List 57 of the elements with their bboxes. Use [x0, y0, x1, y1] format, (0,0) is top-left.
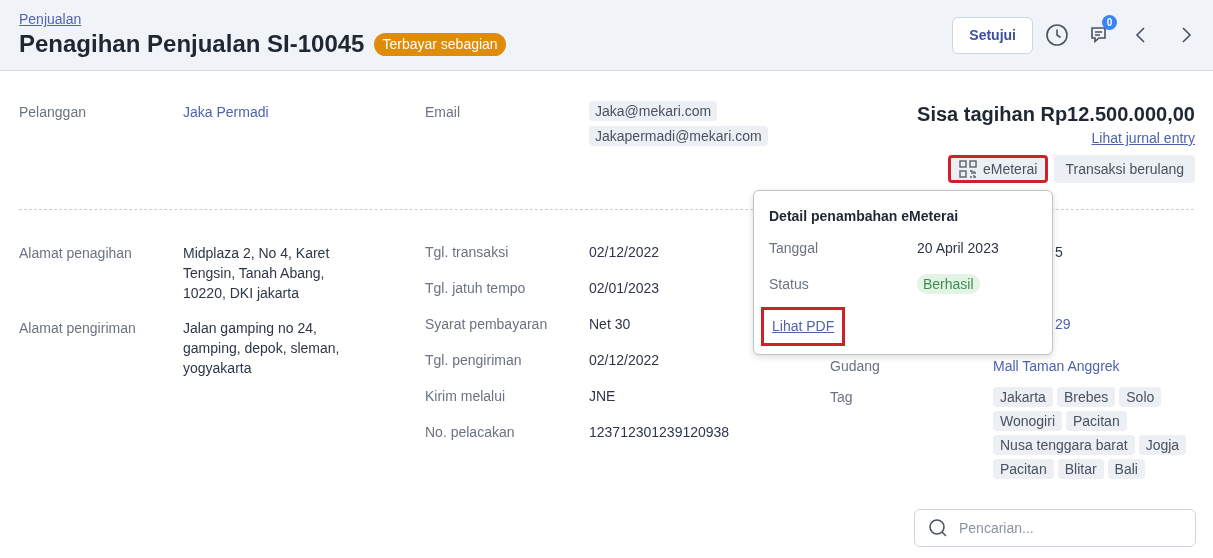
field-label: Tgl. jatuh tempo: [425, 279, 527, 297]
field-label: Syarat pembayaran: [425, 315, 549, 333]
field-label: Tgl. pengiriman: [425, 351, 523, 369]
field-label: Gudang: [830, 357, 881, 375]
tag-chip: Blitar: [1057, 459, 1104, 479]
address-text: Jalan gamping no 24, gamping, depok, sleman, yogyakarta: [183, 319, 341, 378]
tag-chip: Solo: [1119, 387, 1162, 407]
field-label: Tanggal: [769, 238, 820, 258]
field-value: 123712301239120938: [589, 423, 730, 441]
email-chip: Jakapermadi@mekari.com: [589, 126, 768, 146]
status-badge: Berhasil: [917, 274, 980, 294]
search-field[interactable]: Pencarian...: [914, 509, 1196, 547]
breadcrumb-link[interactable]: Penjualan: [19, 10, 82, 28]
popover-title: Detail penambahan eMeterai: [769, 207, 960, 225]
page-title: Penagihan Penjualan SI-10045: [19, 29, 365, 59]
approve-button[interactable]: Setujui: [952, 16, 1033, 54]
tag-chip: Jakarta: [993, 387, 1053, 407]
view-pdf-link[interactable]: Lihat PDF: [761, 307, 846, 346]
field-value: Net 30: [589, 315, 631, 333]
field-label: Status: [769, 274, 810, 294]
tag-chip: Nusa tenggara barat: [993, 435, 1135, 455]
field-label: Tgl. transaksi: [425, 243, 510, 261]
status-badge: Terbayar sebagian: [374, 32, 506, 56]
tag-chip: Jogja: [1138, 435, 1187, 455]
field-label: Email: [425, 103, 461, 121]
emeterai-button[interactable]: eMeterai: [948, 155, 1049, 183]
field-label: No. pelacakan: [425, 423, 516, 441]
field-value: 20 April 2023: [917, 238, 999, 258]
tag-chip: Brebes: [1056, 387, 1116, 407]
warehouse-link[interactable]: Mall Taman Anggrek: [993, 357, 1120, 375]
tag-chip: Pacitan: [993, 459, 1054, 479]
field-label: Kirim melalui: [425, 387, 507, 405]
previous-icon[interactable]: [1134, 26, 1148, 44]
customer-link[interactable]: Jaka Permadi: [183, 103, 425, 121]
field-value: JNE: [589, 387, 616, 405]
next-icon[interactable]: [1179, 26, 1193, 44]
search-icon: [928, 518, 948, 538]
tag-chip: Wonogiri: [993, 411, 1062, 431]
recurring-transaction-button[interactable]: Transaksi berulang: [1054, 155, 1195, 183]
address-text: Midplaza 2, No 4, Karet Tengsin, Tanah Abang, 10220, DKI jakarta: [183, 244, 331, 303]
field-label: Alamat penagihan: [19, 244, 133, 263]
field-label: Alamat pengiriman: [19, 319, 137, 338]
field-value: 02/12/2022: [589, 243, 660, 261]
balance-amount: Sisa tagihan Rp12.500.000,00: [917, 102, 1195, 127]
field-label: Pelanggan: [19, 103, 87, 122]
qr-code-icon: [959, 160, 977, 178]
field-value: 02/12/2022: [589, 351, 660, 369]
tag-chip: Pacitan: [1066, 411, 1127, 431]
field-label: Tag: [830, 388, 854, 407]
comment-count-badge: 0: [1102, 15, 1117, 30]
field-value: 5: [1055, 243, 1063, 261]
tag-chip: Bali: [1107, 459, 1145, 479]
history-icon[interactable]: [1045, 23, 1069, 47]
journal-entry-link[interactable]: Lihat jurnal entry: [1091, 128, 1195, 148]
field-link[interactable]: 29: [1055, 315, 1071, 333]
field-value: 02/01/2023: [589, 279, 660, 297]
email-chip: Jaka@mekari.com: [589, 101, 718, 121]
